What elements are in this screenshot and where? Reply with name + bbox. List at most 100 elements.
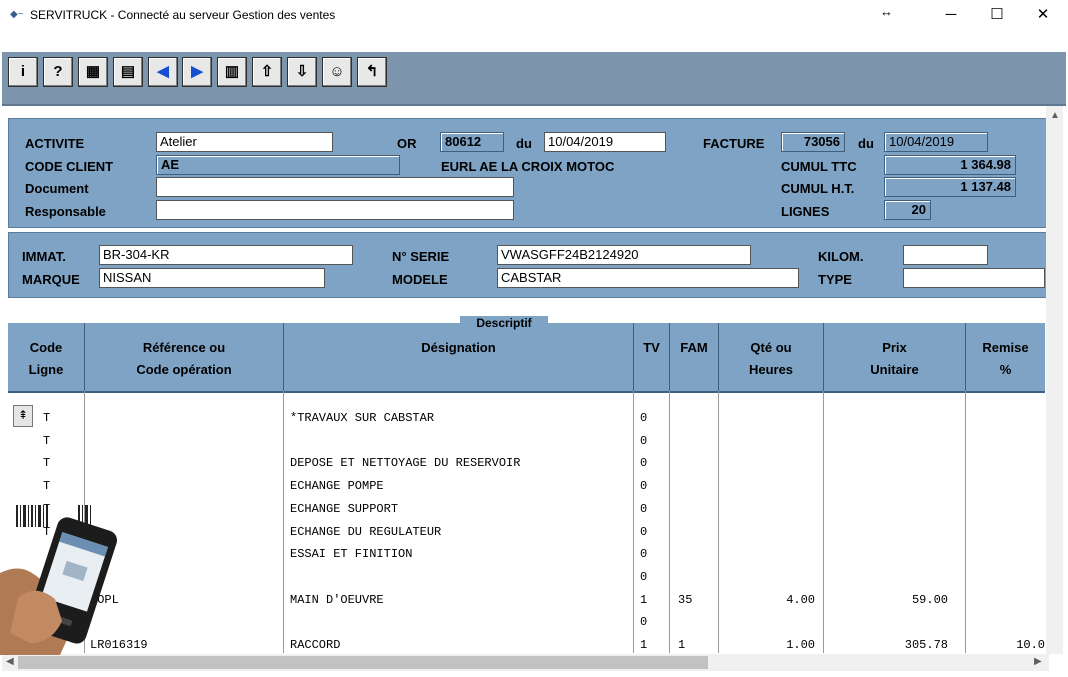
serie-label: N° SERIE bbox=[392, 249, 450, 264]
reference-header: Référence ou Code opération bbox=[84, 323, 283, 391]
cell-code: T bbox=[43, 411, 51, 425]
horizontal-scrollbar[interactable]: ◀ ▶ bbox=[2, 654, 1049, 671]
type-field[interactable] bbox=[903, 268, 1045, 288]
cell-designation: ECHANGE POMPE bbox=[290, 479, 384, 494]
upload-icon[interactable]: ⇧ bbox=[252, 57, 282, 87]
prix-header: Prix Unitaire bbox=[823, 323, 965, 391]
serie-field[interactable]: VWASGFF24B2124920 bbox=[497, 245, 751, 265]
qte-header-line1: Qté ou bbox=[750, 340, 792, 355]
cell-designation: ECHANGE SUPPORT bbox=[290, 501, 399, 516]
qte-header-line2: Heures bbox=[748, 362, 794, 377]
calculator-icon[interactable]: ▦ bbox=[78, 57, 108, 87]
activite-label: ACTIVITE bbox=[25, 136, 85, 151]
document-field[interactable] bbox=[156, 177, 514, 197]
scroll-right-icon[interactable]: ▶ bbox=[1034, 656, 1042, 667]
table-row[interactable]: LR016319 RACCORD 1 1 1.00 305.78 10.0 bbox=[8, 635, 1045, 653]
document-label: Document bbox=[25, 181, 89, 196]
row-selector-icon[interactable]: ⇞ bbox=[13, 405, 33, 427]
cell-tv: 1 bbox=[640, 638, 648, 652]
code-ligne-header-line2: Ligne bbox=[28, 362, 64, 377]
code-ligne-header: Code Ligne bbox=[8, 323, 84, 391]
close-button[interactable]: ✕ bbox=[1020, 0, 1066, 32]
cell-tv: 0 bbox=[640, 456, 648, 471]
cumul-ht-label: CUMUL H.T. bbox=[781, 181, 855, 196]
table-row[interactable]: TECHANGE SUPPORT0 bbox=[8, 499, 1045, 521]
tv-header: TV bbox=[633, 323, 669, 391]
descriptif-label: Descriptif bbox=[460, 316, 548, 330]
facture-du-label: du bbox=[858, 136, 874, 151]
cell-tv: 0 bbox=[640, 433, 648, 448]
responsable-field[interactable] bbox=[156, 200, 514, 220]
cell-designation: MAIN D'OEUVRE bbox=[290, 592, 384, 607]
vertical-scrollbar[interactable]: ▲ bbox=[1046, 106, 1063, 654]
cell-qte: 4.00 bbox=[786, 592, 815, 607]
table-row[interactable]: T DEPOSE ET NETTOYAGE DU RESERVOIR 0 bbox=[8, 453, 1045, 475]
cell-remise: 10.0 bbox=[1016, 638, 1045, 652]
cell-code: T bbox=[43, 456, 51, 471]
document-icon[interactable]: ▤ bbox=[113, 57, 143, 87]
or-label: OR bbox=[397, 136, 417, 151]
code-client-field[interactable]: AE bbox=[156, 155, 400, 175]
user-clock-icon[interactable]: ☺ bbox=[322, 57, 352, 87]
or-du-label: du bbox=[516, 136, 532, 151]
cumul-ht-value: 1 137.48 bbox=[884, 177, 1016, 197]
or-number: 80612 bbox=[440, 132, 504, 152]
help-icon[interactable]: ? bbox=[43, 57, 73, 87]
facture-date: 10/04/2019 bbox=[884, 132, 988, 152]
cumul-ttc-label: CUMUL TTC bbox=[781, 159, 857, 174]
cell-tv: 0 bbox=[640, 547, 648, 562]
window-title: SERVITRUCK - Connecté au serveur Gestion… bbox=[30, 8, 336, 22]
arrow-right-icon[interactable]: ▶ bbox=[182, 57, 212, 87]
modele-field[interactable]: CABSTAR bbox=[497, 268, 799, 288]
cell-designation: DEPOSE ET NETTOYAGE DU RESERVOIR bbox=[290, 456, 521, 471]
arrow-left-icon[interactable]: ◀ bbox=[148, 57, 178, 87]
cell-designation: ECHANGE DU REGULATEUR bbox=[290, 524, 442, 539]
prix-header-line2: Unitaire bbox=[870, 362, 919, 377]
grid-divider bbox=[965, 391, 966, 653]
table-row[interactable]: T ECHANGE DU REGULATEUR 0 bbox=[8, 522, 1045, 544]
client-name: EURL AE LA CROIX MOTOC bbox=[441, 159, 615, 174]
activite-field[interactable]: Atelier bbox=[156, 132, 333, 152]
grid-divider bbox=[823, 391, 824, 653]
table-row[interactable]: 0 bbox=[8, 567, 1045, 589]
table-row[interactable]: ESSAI ET FINITION 0 bbox=[8, 544, 1045, 566]
maximize-button[interactable]: ☐ bbox=[974, 0, 1020, 32]
lines-grid: Code Ligne Référence ou Code opération Désig… bbox=[8, 323, 1045, 653]
vehicle-panel bbox=[8, 232, 1047, 298]
table-row[interactable]: 0 bbox=[8, 612, 1045, 634]
table-row[interactable]: T *TRAVAUX SUR CABSTAR 0 bbox=[8, 408, 1045, 430]
download-icon[interactable]: ⇩ bbox=[287, 57, 317, 87]
cell-tv: 0 bbox=[640, 615, 648, 630]
cell-tv: 1 bbox=[640, 592, 648, 607]
kilom-field[interactable] bbox=[903, 245, 988, 265]
cumul-ttc-value: 1 364.98 bbox=[884, 155, 1016, 175]
facture-number: 73056 bbox=[781, 132, 845, 152]
remise-header-line2: % bbox=[999, 362, 1012, 377]
fam-header-line1: FAM bbox=[680, 340, 708, 355]
marque-label: MARQUE bbox=[22, 272, 80, 287]
or-date-field[interactable]: 10/04/2019 bbox=[544, 132, 666, 152]
modele-label: MODELE bbox=[392, 272, 448, 287]
table-row[interactable]: T0 bbox=[8, 431, 1045, 453]
exit-icon[interactable]: ↰ bbox=[357, 57, 387, 87]
fam-header: FAM bbox=[669, 323, 718, 391]
grid-divider bbox=[718, 391, 719, 653]
scrollbar-thumb[interactable] bbox=[18, 656, 708, 669]
cell-code: T bbox=[43, 433, 51, 448]
cell-prix: 305.78 bbox=[904, 638, 948, 652]
scroll-up-icon[interactable]: ▲ bbox=[1050, 110, 1060, 121]
marque-field[interactable]: NISSAN bbox=[99, 268, 325, 288]
cell-tv: 0 bbox=[640, 411, 648, 425]
designation-header: Désignation bbox=[283, 323, 633, 391]
cell-tv: 0 bbox=[640, 501, 648, 516]
immat-field[interactable]: BR-304-KR bbox=[99, 245, 353, 265]
cell-code: T bbox=[43, 479, 51, 494]
info-icon[interactable]: i bbox=[8, 57, 38, 87]
designation-header-line1: Désignation bbox=[421, 340, 496, 355]
menu-area bbox=[2, 32, 1066, 52]
table-row[interactable]: T ECHANGE POMPE 0 bbox=[8, 476, 1045, 498]
minimize-button[interactable]: ─ bbox=[928, 0, 974, 32]
calendar-icon[interactable]: ▥ bbox=[217, 57, 247, 87]
scroll-left-icon[interactable]: ◀ bbox=[6, 656, 14, 667]
table-row[interactable]: MOPL MAIN D'OEUVRE 1 35 4.00 59.00 bbox=[8, 590, 1045, 612]
